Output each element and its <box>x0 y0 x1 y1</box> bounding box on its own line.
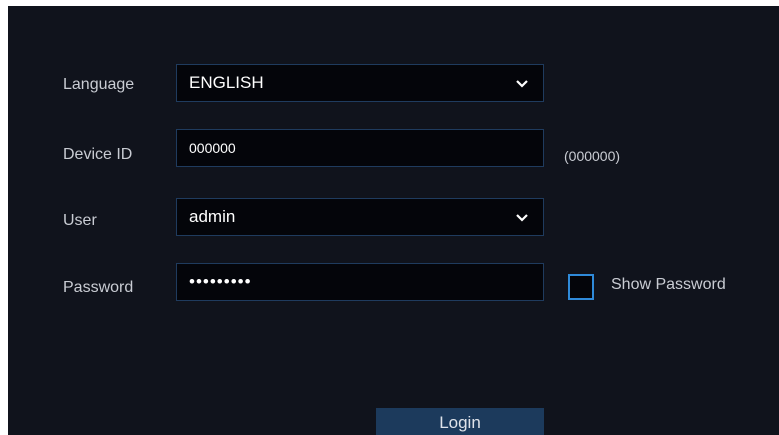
show-password-label[interactable]: Show Password <box>611 275 726 295</box>
language-select[interactable]: ENGLISH <box>176 64 544 102</box>
chevron-down-icon <box>516 80 528 88</box>
device-id-hint: (000000) <box>564 148 621 164</box>
show-password-checkbox[interactable] <box>568 274 594 300</box>
device-id-value: 000000 <box>189 140 236 156</box>
user-value: admin <box>189 207 236 226</box>
user-label: User <box>63 212 97 229</box>
device-id-field[interactable]: 000000 <box>176 129 544 167</box>
user-select[interactable]: admin <box>176 198 544 236</box>
password-field[interactable]: ••••••••• <box>176 263 544 301</box>
login-button[interactable]: Login <box>376 408 544 435</box>
chevron-down-icon <box>516 214 528 222</box>
language-value: ENGLISH <box>189 73 264 92</box>
device-id-label: Device ID <box>63 146 133 163</box>
language-label: Language <box>63 76 135 93</box>
login-panel: Language ENGLISH Device ID 000000 (00000… <box>8 6 779 435</box>
password-value: ••••••••• <box>189 272 252 291</box>
password-label: Password <box>63 279 134 296</box>
